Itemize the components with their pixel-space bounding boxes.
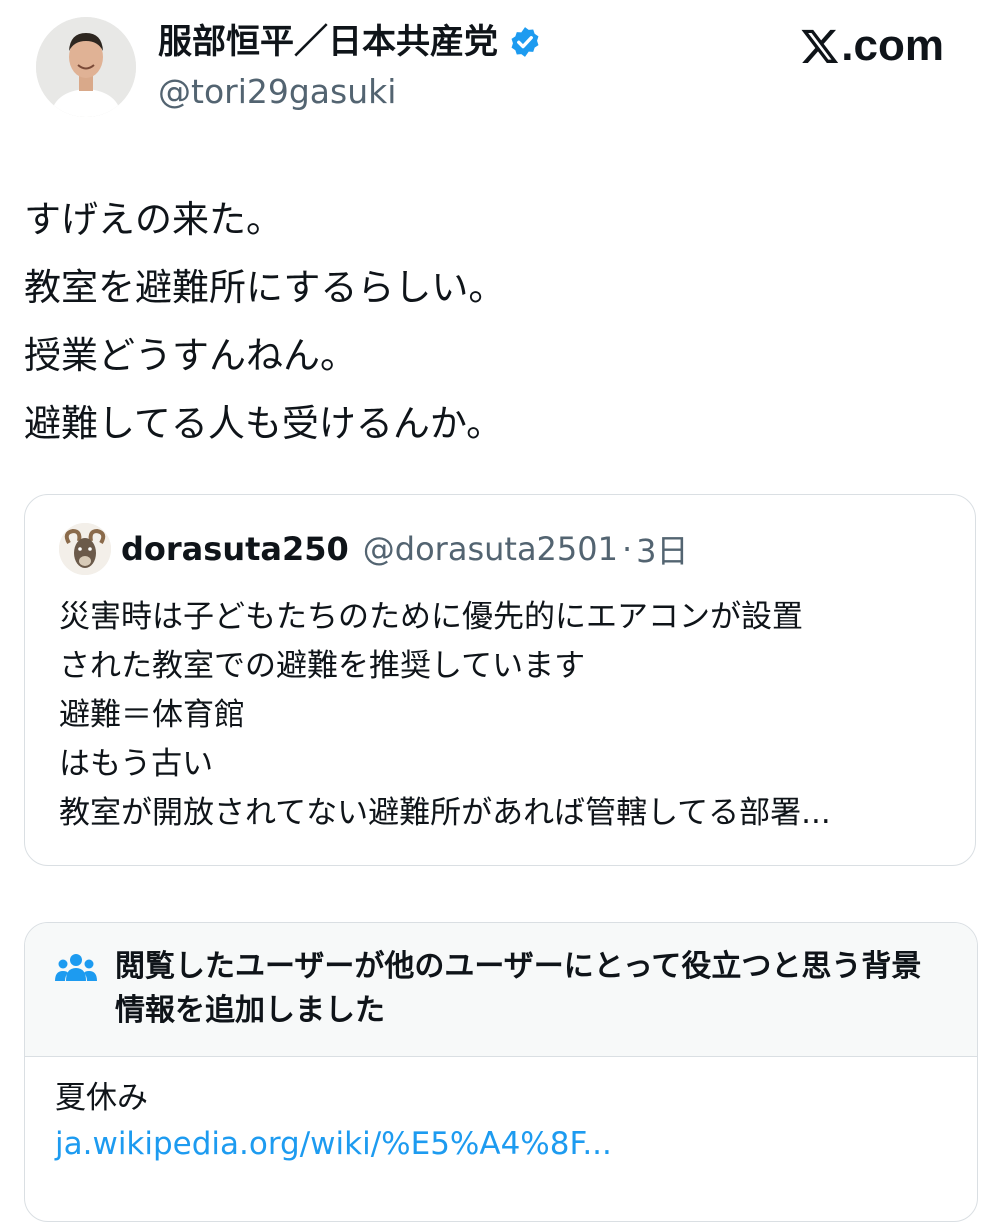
community-note-header: 閲覧したユーザーが他のユーザーにとって役立つと思う背景情報を追加しました xyxy=(25,923,977,1057)
community-note-text: 夏休み xyxy=(55,1080,148,1116)
community-note-link[interactable]: ja.wikipedia.org/wiki/%E5%A4%8F... xyxy=(55,1121,612,1167)
author-display-name[interactable]: 服部恒平／日本共産党 xyxy=(158,22,498,62)
author-handle[interactable]: @tori29gasuki xyxy=(158,72,396,112)
tweet-line: 教室を避難所にするらしい。 xyxy=(24,266,506,309)
quoted-line: された教室での避難を推奨しています xyxy=(59,648,586,684)
community-note-content: 夏休み ja.wikipedia.org/wiki/%E5%A4%8F... xyxy=(55,1075,612,1167)
community-note-card: 閲覧したユーザーが他のユーザーにとって役立つと思う背景情報を追加しました 夏休み… xyxy=(24,922,978,1222)
separator-dot: · xyxy=(621,530,633,568)
x-logo-icon xyxy=(801,29,839,63)
quoted-author-handle[interactable]: @dorasuta2501 xyxy=(363,530,618,568)
community-note-title: 閲覧したユーザーが他のユーザーにとって役立つと思う背景情報を追加しました xyxy=(115,949,922,1028)
quoted-tweet-header: dorasuta250 @dorasuta2501 · 3日 xyxy=(59,523,689,575)
tweet-line: 授業どうすんねん。 xyxy=(24,334,357,377)
quoted-tweet-text: 災害時は子どもたちのために優先的にエアコンが設置 された教室での避難を推奨してい… xyxy=(59,593,959,838)
quoted-line: はもう古い xyxy=(59,746,214,782)
quoted-author-avatar[interactable] xyxy=(59,523,111,575)
author-avatar[interactable] xyxy=(36,17,136,117)
quoted-line: 災害時は子どもたちのために優先的にエアコンが設置 xyxy=(59,599,803,635)
quoted-line: 教室が開放されてない避難所があれば管轄してる部署... xyxy=(59,795,831,831)
author-name-row: 服部恒平／日本共産党 xyxy=(158,22,542,62)
quoted-line: 避難＝体育館 xyxy=(59,697,245,733)
xcom-logo: .com xyxy=(800,24,944,68)
tweet-line: すげえの来た。 xyxy=(24,198,283,241)
tweet-text: すげえの来た。 教室を避難所にするらしい。 授業どうすんねん。 避難してる人も受… xyxy=(24,186,964,458)
tweet-header: 服部恒平／日本共産党 @tori29gasuki .com xyxy=(0,0,1001,140)
tweet-line: 避難してる人も受けるんか。 xyxy=(24,402,504,445)
xcom-logo-text: .com xyxy=(841,21,944,70)
people-icon xyxy=(55,954,97,981)
quoted-tweet-card[interactable]: dorasuta250 @dorasuta2501 · 3日 災害時は子どもたち… xyxy=(24,494,976,866)
quoted-timestamp[interactable]: 3日 xyxy=(636,526,688,572)
quoted-author-name[interactable]: dorasuta250 xyxy=(121,530,349,568)
verified-badge-icon xyxy=(511,27,539,57)
